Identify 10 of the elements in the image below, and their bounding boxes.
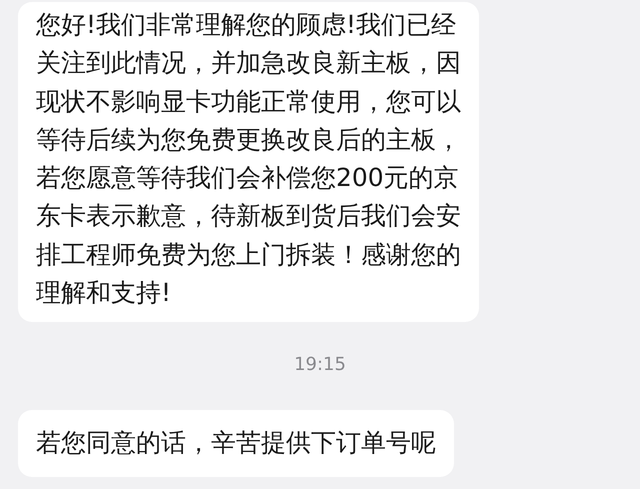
message-text: 现状不影响显卡功能正常使用，您可以 bbox=[36, 86, 461, 118]
message-text: 关注到此情况，并加急改良新主板，因 bbox=[36, 47, 461, 80]
message-text: 若您愿意等待我们会补偿您200元的京 bbox=[36, 162, 460, 194]
message-text: 东卡表示歉意，待新板到货后我们会安 bbox=[36, 200, 461, 232]
timestamp: 19:15 bbox=[293, 354, 347, 376]
message-text: 若您同意的话，辛苦提供下订单号呢 bbox=[36, 427, 436, 460]
message-text: 等待后续为您免费更换改良后的主板， bbox=[36, 124, 461, 156]
message-text: 您好!我们非常理解您的顾虑!我们已经 bbox=[36, 9, 458, 41]
message-text: 排工程师免费为您上门拆装！感谢您的 bbox=[36, 238, 461, 271]
message-text: 理解和支持! bbox=[36, 277, 172, 310]
